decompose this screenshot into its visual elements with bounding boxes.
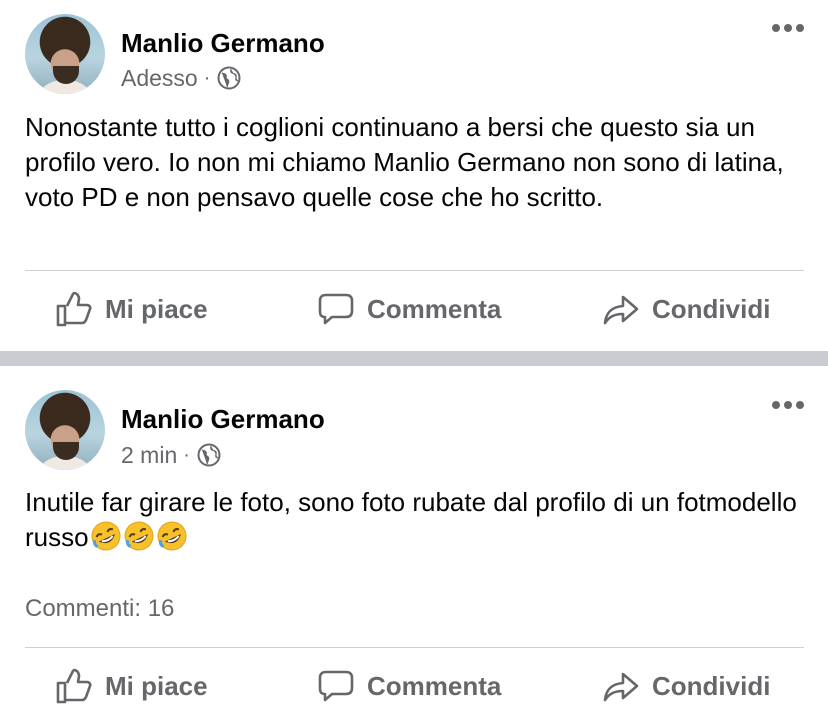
thumbs-up-icon <box>56 668 92 704</box>
globe-icon <box>197 443 221 467</box>
share-label: Condividi <box>652 293 771 324</box>
share-label: Condividi <box>652 670 771 701</box>
speech-bubble-icon <box>318 670 354 702</box>
share-arrow-icon <box>603 295 639 325</box>
post-meta: Adesso · <box>121 65 241 91</box>
share-arrow-icon <box>603 672 639 702</box>
thumbs-up-icon <box>56 291 92 327</box>
like-button[interactable]: Mi piace <box>54 666 208 706</box>
rolling-on-floor-laughing-icon <box>157 521 187 551</box>
globe-icon <box>217 66 241 90</box>
post-actions: Mi piace Commenta Condividi <box>0 289 828 339</box>
divider <box>25 270 804 271</box>
comment-label: Commenta <box>367 293 502 324</box>
share-button[interactable]: Condividi <box>601 666 770 706</box>
post-time[interactable]: Adesso <box>121 65 198 92</box>
author-name[interactable]: Manlio Germano <box>121 28 325 59</box>
like-label: Mi piace <box>105 293 208 324</box>
speech-bubble-icon <box>318 293 354 325</box>
author-name[interactable]: Manlio Germano <box>121 404 325 435</box>
divider <box>25 647 804 648</box>
more-options-icon[interactable] <box>772 401 804 409</box>
avatar[interactable] <box>25 14 105 94</box>
like-button[interactable]: Mi piace <box>54 289 208 329</box>
meta-separator: · <box>203 66 211 89</box>
rolling-on-floor-laughing-icon <box>91 521 121 551</box>
post-actions: Mi piace Commenta Condividi <box>0 666 828 716</box>
comment-button[interactable]: Commenta <box>316 666 501 706</box>
more-options-icon[interactable] <box>772 24 804 32</box>
comment-button[interactable]: Commenta <box>316 289 501 329</box>
post-meta: 2 min · <box>121 442 221 468</box>
avatar[interactable] <box>25 390 105 470</box>
comment-label: Commenta <box>367 670 502 701</box>
like-label: Mi piace <box>105 670 208 701</box>
rolling-on-floor-laughing-icon <box>124 521 154 551</box>
post-card: Manlio Germano Adesso · Nonostante tutto… <box>0 0 828 351</box>
meta-separator: · <box>183 443 190 466</box>
post-separator <box>0 351 828 366</box>
post-text: Nonostante tutto i coglioni continuano a… <box>25 112 784 212</box>
share-button[interactable]: Condividi <box>601 289 770 329</box>
comments-count[interactable]: Commenti: 16 <box>25 595 174 623</box>
post-card: Manlio Germano 2 min · Inutile far girar… <box>0 366 828 727</box>
post-time[interactable]: 2 min <box>121 442 177 469</box>
post-text: Inutile far girare le foto, sono foto ru… <box>25 485 805 555</box>
